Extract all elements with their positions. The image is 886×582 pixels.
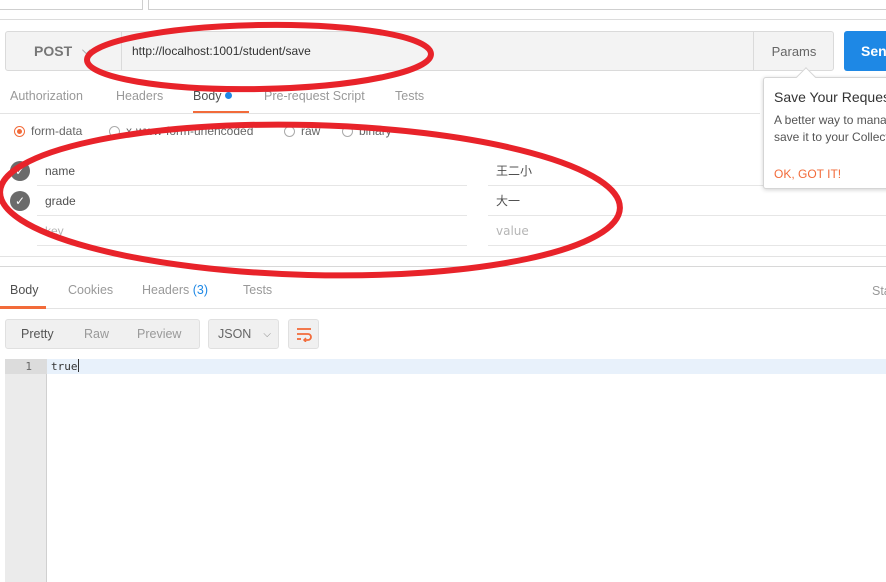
response-tab-cookies[interactable]: Cookies	[68, 283, 113, 297]
response-tab-body[interactable]: Body	[10, 283, 39, 297]
radio-binary[interactable]: binary	[342, 124, 392, 138]
radio-form-data[interactable]: form-data	[14, 124, 82, 138]
new-key-input[interactable]	[37, 216, 467, 246]
form-row: ✓	[0, 156, 886, 186]
check-circle-icon[interactable]: ✓	[10, 191, 30, 211]
headers-count: (3)	[192, 283, 209, 297]
radio-icon	[342, 125, 353, 137]
active-line-highlight	[47, 359, 886, 374]
request-bar: POST ⌵ Params	[5, 31, 834, 71]
radio-icon	[109, 125, 120, 137]
check-circle-icon[interactable]: ✓	[10, 161, 30, 181]
radio-selected-icon	[14, 125, 25, 137]
tab-fragment[interactable]	[148, 0, 178, 10]
view-pretty-button[interactable]: Pretty	[21, 320, 54, 348]
status-label: Sta	[872, 284, 886, 298]
tab-strip	[0, 0, 886, 20]
view-preview-button[interactable]: Preview	[137, 320, 181, 348]
radio-raw[interactable]: raw	[284, 124, 320, 138]
radio-icon	[284, 125, 295, 137]
method-label: POST	[34, 43, 73, 59]
new-value-input[interactable]	[488, 216, 886, 246]
chevron-down-icon: ⌵	[263, 328, 271, 340]
radio-label: form-data	[31, 124, 83, 138]
request-tabs: Authorization Headers Body Pre-request S…	[0, 84, 760, 114]
tab-pre-request-script[interactable]: Pre-request Script	[264, 89, 365, 103]
url-input[interactable]	[122, 32, 754, 70]
divider	[0, 113, 760, 114]
response-tabs: Body Cookies Headers (3) Tests	[0, 267, 886, 309]
popover-text: A better way to manage save it to your C…	[774, 113, 886, 144]
line-number: 1	[25, 360, 32, 373]
save-request-popover: Save Your Request A better way to manage…	[763, 77, 886, 189]
code-text: true	[51, 360, 78, 373]
wrap-lines-icon	[296, 328, 312, 342]
divider	[178, 9, 886, 10]
params-button[interactable]: Params	[753, 32, 834, 70]
response-tab-tests[interactable]: Tests	[243, 283, 272, 297]
code-line: true	[51, 359, 79, 374]
ok-got-it-button[interactable]: OK, GOT IT!	[774, 167, 841, 181]
response-editor[interactable]: 1 true	[5, 359, 886, 582]
send-button[interactable]: Send	[844, 31, 886, 71]
response-tab-headers[interactable]: Headers (3)	[142, 283, 208, 297]
radio-label: raw	[301, 124, 321, 138]
tab-fragment[interactable]	[0, 0, 143, 10]
chevron-down-icon: ⌵	[82, 44, 91, 57]
view-raw-button[interactable]: Raw	[84, 320, 109, 348]
line-gutter: 1	[5, 359, 47, 582]
key-input[interactable]	[37, 156, 467, 186]
tab-body[interactable]: Body	[193, 89, 232, 103]
text-cursor	[77, 359, 79, 372]
modified-dot-icon	[224, 92, 232, 99]
body-type-options: form-data x-www-form-urlencoded raw bina…	[10, 122, 430, 142]
value-input[interactable]	[488, 186, 886, 216]
method-select[interactable]: POST ⌵	[6, 32, 122, 70]
tab-headers[interactable]: Headers	[116, 89, 163, 103]
popover-title: Save Your Request	[774, 89, 886, 105]
format-label: JSON	[218, 327, 252, 341]
active-tab-indicator	[0, 306, 46, 309]
format-select[interactable]: JSON ⌵	[208, 319, 279, 349]
tab-body-label: Body	[193, 89, 222, 103]
radio-x-www-form-urlencoded[interactable]: x-www-form-urlencoded	[109, 124, 253, 138]
form-row-new	[0, 216, 886, 246]
divider	[0, 256, 886, 257]
radio-label: binary	[359, 124, 392, 138]
response-tab-headers-label: Headers	[142, 283, 190, 297]
wrap-lines-button[interactable]	[288, 319, 319, 349]
form-row: ✓	[0, 186, 886, 216]
key-input[interactable]	[37, 186, 467, 216]
view-mode-group: Pretty Raw Preview	[5, 319, 200, 349]
tab-tests[interactable]: Tests	[395, 89, 424, 103]
radio-label: x-www-form-urlencoded	[126, 124, 254, 138]
tab-authorization[interactable]: Authorization	[10, 89, 83, 103]
